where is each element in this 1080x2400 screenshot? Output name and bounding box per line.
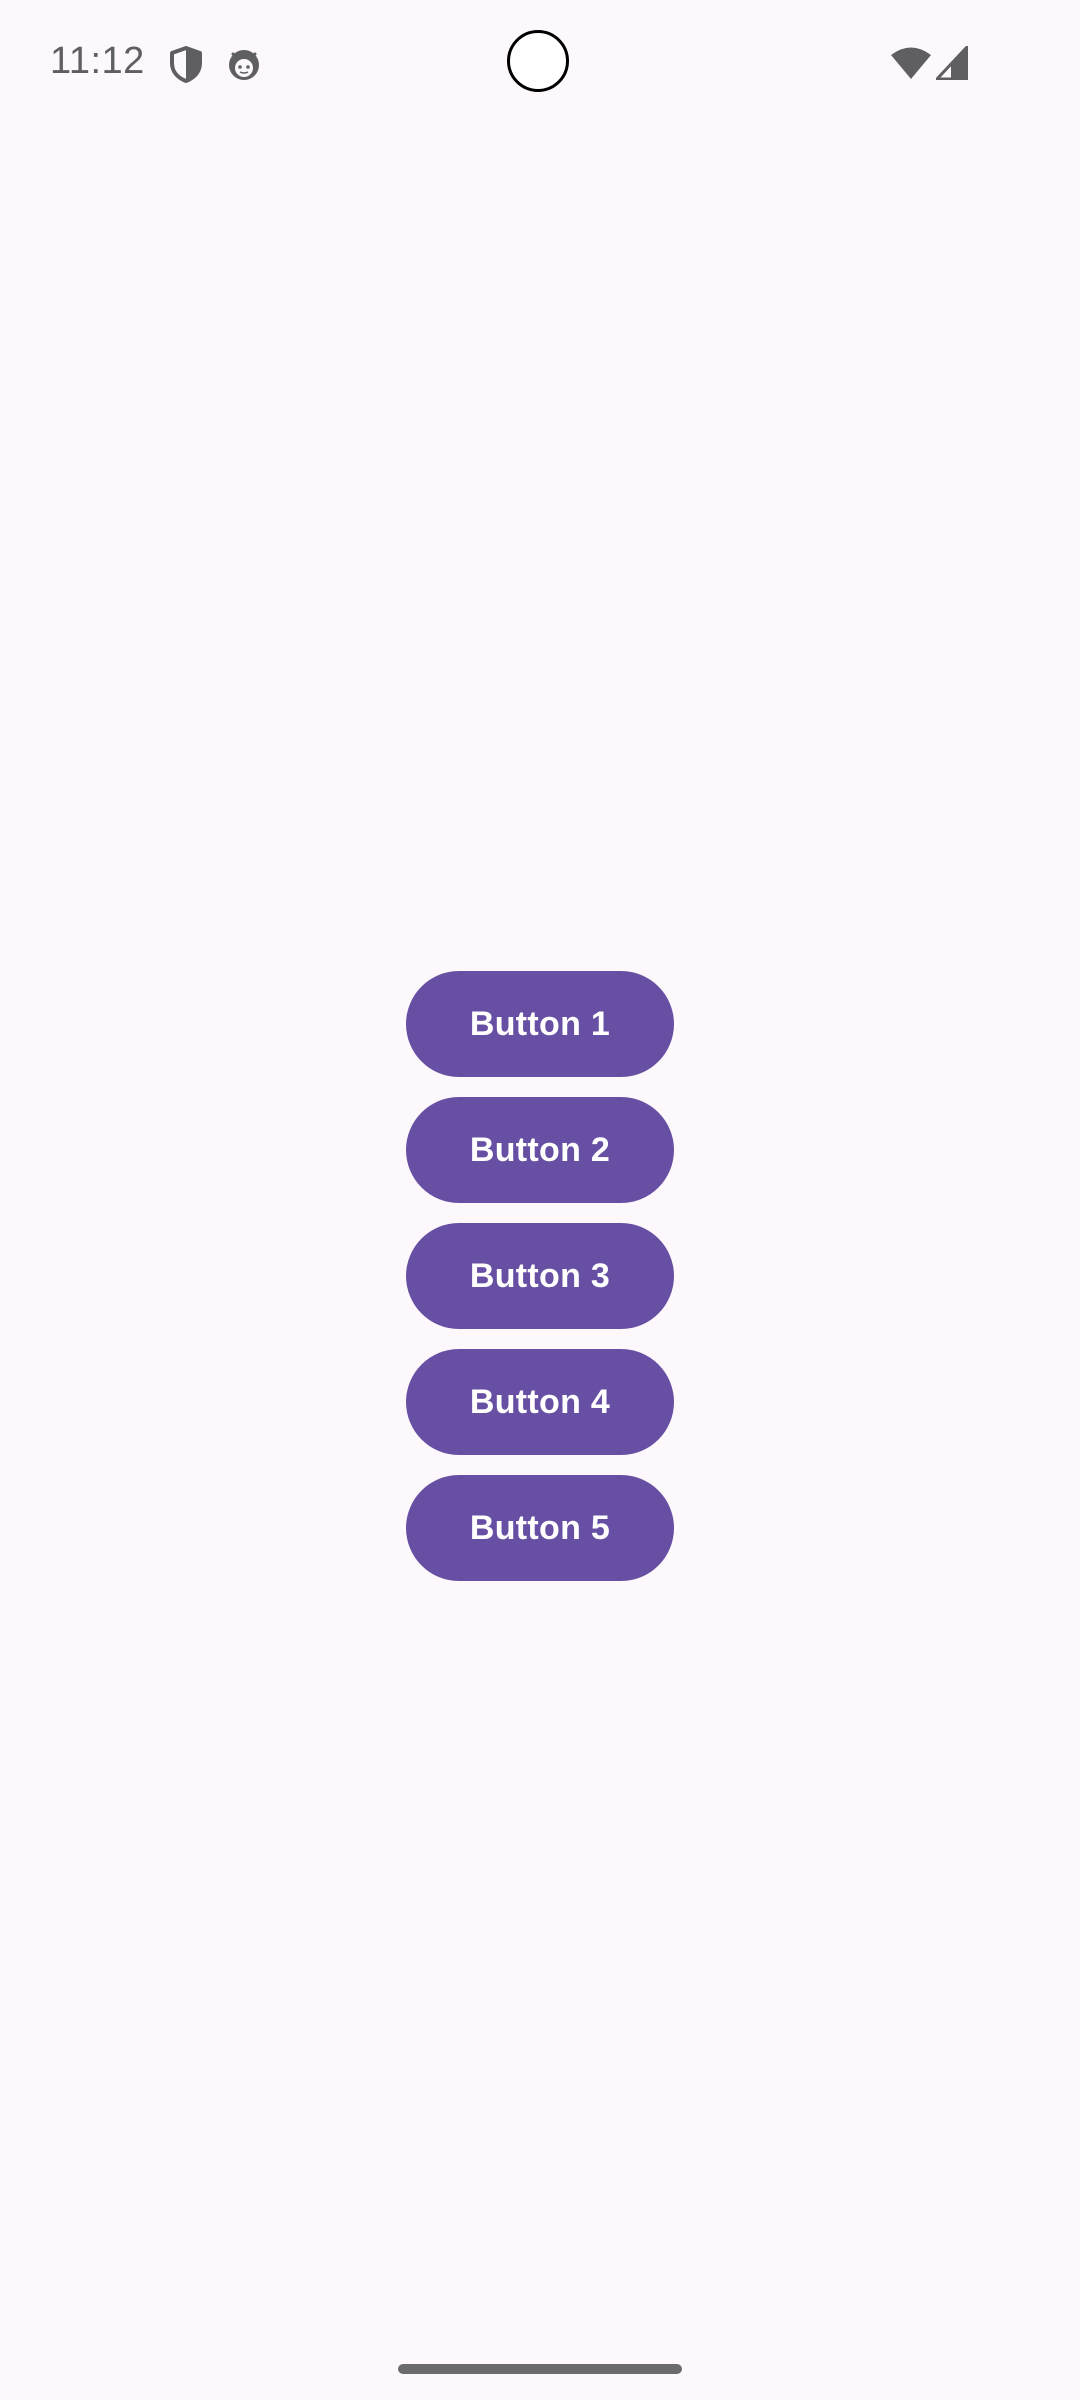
button-1[interactable]: Button 1 [406, 971, 674, 1077]
button-4[interactable]: Button 4 [406, 1349, 674, 1455]
button-stack: Button 1 Button 2 Button 3 Button 4 Butt… [406, 971, 674, 1601]
android-icon [226, 45, 262, 83]
home-indicator[interactable] [398, 2364, 682, 2374]
signal-icon [935, 45, 969, 81]
button-2[interactable]: Button 2 [406, 1097, 674, 1203]
status-time: 11:12 [50, 40, 145, 82]
status-bar: 11:12 [0, 0, 1080, 130]
button-3[interactable]: Button 3 [406, 1223, 674, 1329]
camera-cutout [507, 30, 569, 92]
shield-icon [168, 45, 204, 83]
wifi-icon [890, 46, 932, 80]
button-5[interactable]: Button 5 [406, 1475, 674, 1581]
